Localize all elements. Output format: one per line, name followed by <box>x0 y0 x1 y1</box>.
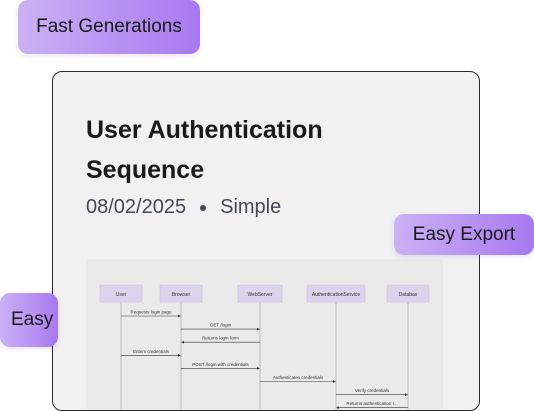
sequence-diagram-preview: User Browser WebServer AuthenticationServic… <box>86 259 443 410</box>
message-label: Returns login form <box>202 336 239 341</box>
easy-label: Easy <box>11 309 54 330</box>
participant-label: User <box>116 292 127 298</box>
message-label: Requests login page <box>130 310 172 315</box>
message-label: Returns authentication r... <box>346 401 397 406</box>
card-meta: 08/02/2025 Simple <box>86 196 281 219</box>
participant-label: Databas <box>399 292 418 298</box>
easy-export-label: Easy Export <box>412 223 516 245</box>
participant-label: Browser <box>172 292 191 298</box>
fast-generations-label: Fast Generations <box>36 16 182 37</box>
card-date: 08/02/2025 <box>86 196 187 218</box>
separator-dot <box>200 204 207 211</box>
message-label: Authenticates credentials <box>273 375 324 380</box>
card-type: Simple <box>220 196 282 218</box>
message-label: GET /login <box>210 323 232 328</box>
participant-label: AuthenticationService <box>312 292 361 298</box>
message-label: Verify credentials <box>355 388 390 393</box>
sequence-diagram-svg: User Browser WebServer AuthenticationServic… <box>99 284 430 410</box>
message-label: POST /login with credentials <box>192 362 249 367</box>
participant-label: WebServer <box>248 292 273 298</box>
easy-badge: Easy <box>0 293 58 347</box>
easy-export-badge: Easy Export <box>394 214 534 255</box>
card-title: User Authentication Sequence <box>86 116 323 184</box>
fast-generations-badge: Fast Generations <box>18 0 200 54</box>
message-label: Enters credentials <box>133 349 170 354</box>
